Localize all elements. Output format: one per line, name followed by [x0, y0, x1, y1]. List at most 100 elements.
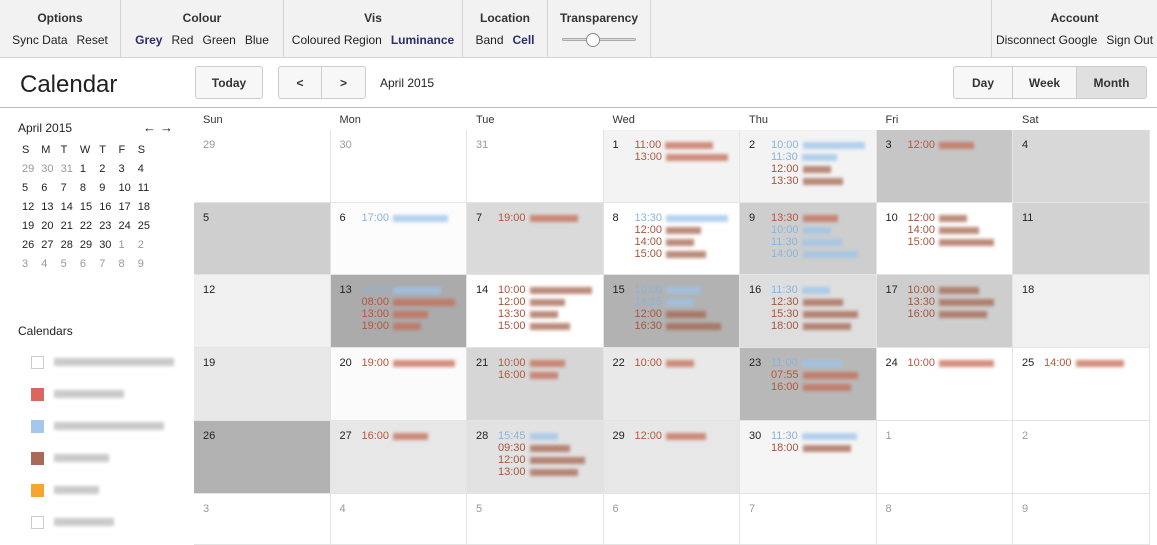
day-cell[interactable]: 4 — [1013, 130, 1150, 203]
calendar-event[interactable]: 13:30 — [771, 212, 858, 224]
calendar-item[interactable] — [31, 386, 181, 402]
calendar-event[interactable]: 12:00 — [908, 139, 975, 151]
calendar-item[interactable] — [31, 482, 181, 498]
reset-button[interactable]: Reset — [77, 33, 108, 47]
calendar-color-swatch[interactable] — [31, 387, 44, 401]
calendar-event[interactable]: 16:00 — [771, 381, 858, 393]
calendar-color-swatch[interactable] — [31, 419, 44, 433]
mini-day[interactable]: 27 — [41, 239, 60, 258]
day-cell[interactable]: 8 — [876, 494, 1013, 545]
calendar-color-swatch[interactable] — [31, 451, 44, 465]
mini-day[interactable]: 15 — [80, 201, 99, 220]
calendar-event[interactable]: 11:30 — [771, 151, 865, 163]
calendar-event[interactable]: 10:00 — [908, 357, 995, 369]
calendar-event[interactable]: 09:30 — [498, 442, 585, 454]
next-button[interactable]: > — [321, 66, 366, 99]
day-cell[interactable]: 9 13:30 10:00 11:30 14:00 — [740, 203, 877, 275]
day-cell[interactable]: 15 10:00 14:15 12:00 16:30 — [603, 275, 740, 348]
calendar-event[interactable]: 13:00 — [362, 308, 456, 320]
calendar-event[interactable]: 13:30 — [635, 212, 729, 224]
calendar-event[interactable]: 15:45 — [498, 430, 585, 442]
view-month-button[interactable]: Month — [1076, 66, 1147, 99]
day-cell[interactable]: 2 10:00 11:30 12:00 13:30 — [740, 130, 877, 203]
day-cell[interactable]: 8 13:30 12:00 14:00 15:00 — [603, 203, 740, 275]
calendar-event[interactable]: 16:00 — [908, 308, 995, 320]
mini-day[interactable]: 18 — [138, 201, 157, 220]
mini-next-arrow-icon[interactable]: → — [160, 120, 177, 135]
mini-day[interactable]: 19 — [22, 220, 41, 239]
calendar-event[interactable]: 10:00 — [498, 284, 592, 296]
mini-day[interactable]: 13 — [41, 201, 60, 220]
mini-day[interactable]: 7 — [61, 182, 80, 201]
calendar-color-swatch[interactable] — [31, 515, 44, 529]
day-cell[interactable]: 14 10:00 12:00 13:30 15:00 — [467, 275, 604, 348]
mini-day[interactable]: 5 — [22, 182, 41, 201]
mini-day[interactable]: 12 — [22, 201, 41, 220]
calendar-item[interactable] — [31, 418, 181, 434]
calendar-event[interactable]: 12:00 — [771, 163, 865, 175]
day-cell[interactable]: 16 11:30 12:30 15:30 18:00 — [740, 275, 877, 348]
mini-day[interactable]: 4 — [41, 258, 60, 277]
mini-day[interactable]: 11 — [138, 182, 157, 201]
slider-thumb[interactable] — [586, 33, 600, 47]
calendar-event[interactable]: 13:00 — [498, 466, 585, 478]
mini-day[interactable]: 30 — [41, 163, 60, 182]
day-cell[interactable]: 23 11:00 07:55 16:00 — [740, 348, 877, 421]
day-cell[interactable]: 9 — [1013, 494, 1150, 545]
day-cell[interactable]: 5 — [467, 494, 604, 545]
mini-day[interactable]: 8 — [80, 182, 99, 201]
day-cell[interactable]: 29 — [194, 130, 331, 203]
day-cell[interactable]: 12 — [194, 275, 331, 348]
mini-day[interactable]: 16 — [99, 201, 118, 220]
calendar-item[interactable] — [31, 450, 181, 466]
calendar-event[interactable]: 18:00 — [771, 442, 857, 454]
mini-day[interactable]: 25 — [138, 220, 157, 239]
mini-day[interactable]: 3 — [118, 163, 137, 182]
calendar-event[interactable]: 15:00 — [908, 236, 995, 248]
colour-green-option[interactable]: Green — [202, 33, 235, 47]
colour-blue-option[interactable]: Blue — [245, 33, 269, 47]
calendar-event[interactable]: 12:00 — [498, 454, 585, 466]
day-cell[interactable]: 17 10:00 13:30 16:00 — [876, 275, 1013, 348]
calendar-event[interactable]: 16:00 — [362, 430, 429, 442]
day-cell[interactable]: 25 14:00 — [1013, 348, 1150, 421]
mini-day[interactable]: 29 — [22, 163, 41, 182]
today-button[interactable]: Today — [195, 66, 263, 99]
calendar-event[interactable]: 11:30 — [771, 284, 858, 296]
mini-day[interactable]: 3 — [22, 258, 41, 277]
calendar-color-swatch[interactable] — [31, 355, 44, 369]
mini-day[interactable]: 14 — [61, 201, 80, 220]
calendar-event[interactable]: 12:00 — [635, 308, 722, 320]
calendar-event[interactable]: 12:00 — [635, 430, 707, 442]
transparency-slider[interactable] — [562, 33, 636, 47]
calendar-event[interactable]: 16:00 — [498, 369, 565, 381]
mini-day[interactable]: 24 — [118, 220, 137, 239]
vis-coloured-region-option[interactable]: Coloured Region — [292, 33, 382, 47]
day-cell[interactable]: 18 — [1013, 275, 1150, 348]
view-day-button[interactable]: Day — [953, 66, 1013, 99]
day-cell[interactable]: 20 19:00 — [330, 348, 467, 421]
calendar-event[interactable]: 12:30 — [771, 296, 858, 308]
day-cell[interactable]: 6 17:00 — [330, 203, 467, 275]
day-cell[interactable]: 21 10:00 16:00 — [467, 348, 604, 421]
prev-button[interactable]: < — [278, 66, 322, 99]
mini-day[interactable]: 21 — [61, 220, 80, 239]
day-cell[interactable]: 13 10:00 08:00 13:00 19:00 — [330, 275, 467, 348]
calendar-event[interactable]: 10:00 — [635, 357, 695, 369]
day-cell[interactable]: 22 10:00 — [603, 348, 740, 421]
day-cell[interactable]: 5 — [194, 203, 331, 275]
day-cell[interactable]: 1 11:00 13:00 — [603, 130, 740, 203]
calendar-event[interactable]: 14:00 — [635, 236, 729, 248]
mini-day[interactable]: 2 — [138, 239, 157, 258]
calendar-event[interactable]: 11:00 — [635, 139, 729, 151]
view-week-button[interactable]: Week — [1012, 66, 1077, 99]
day-cell[interactable]: 7 19:00 — [467, 203, 604, 275]
calendar-event[interactable]: 14:00 — [908, 224, 995, 236]
calendar-event[interactable]: 13:00 — [635, 151, 729, 163]
vis-luminance-option[interactable]: Luminance — [391, 33, 454, 47]
calendar-item[interactable] — [31, 354, 181, 370]
calendar-event[interactable]: 14:00 — [771, 248, 858, 260]
calendar-event[interactable]: 11:30 — [771, 236, 858, 248]
day-cell[interactable]: 10 12:00 14:00 15:00 — [876, 203, 1013, 275]
mini-day[interactable]: 1 — [80, 163, 99, 182]
